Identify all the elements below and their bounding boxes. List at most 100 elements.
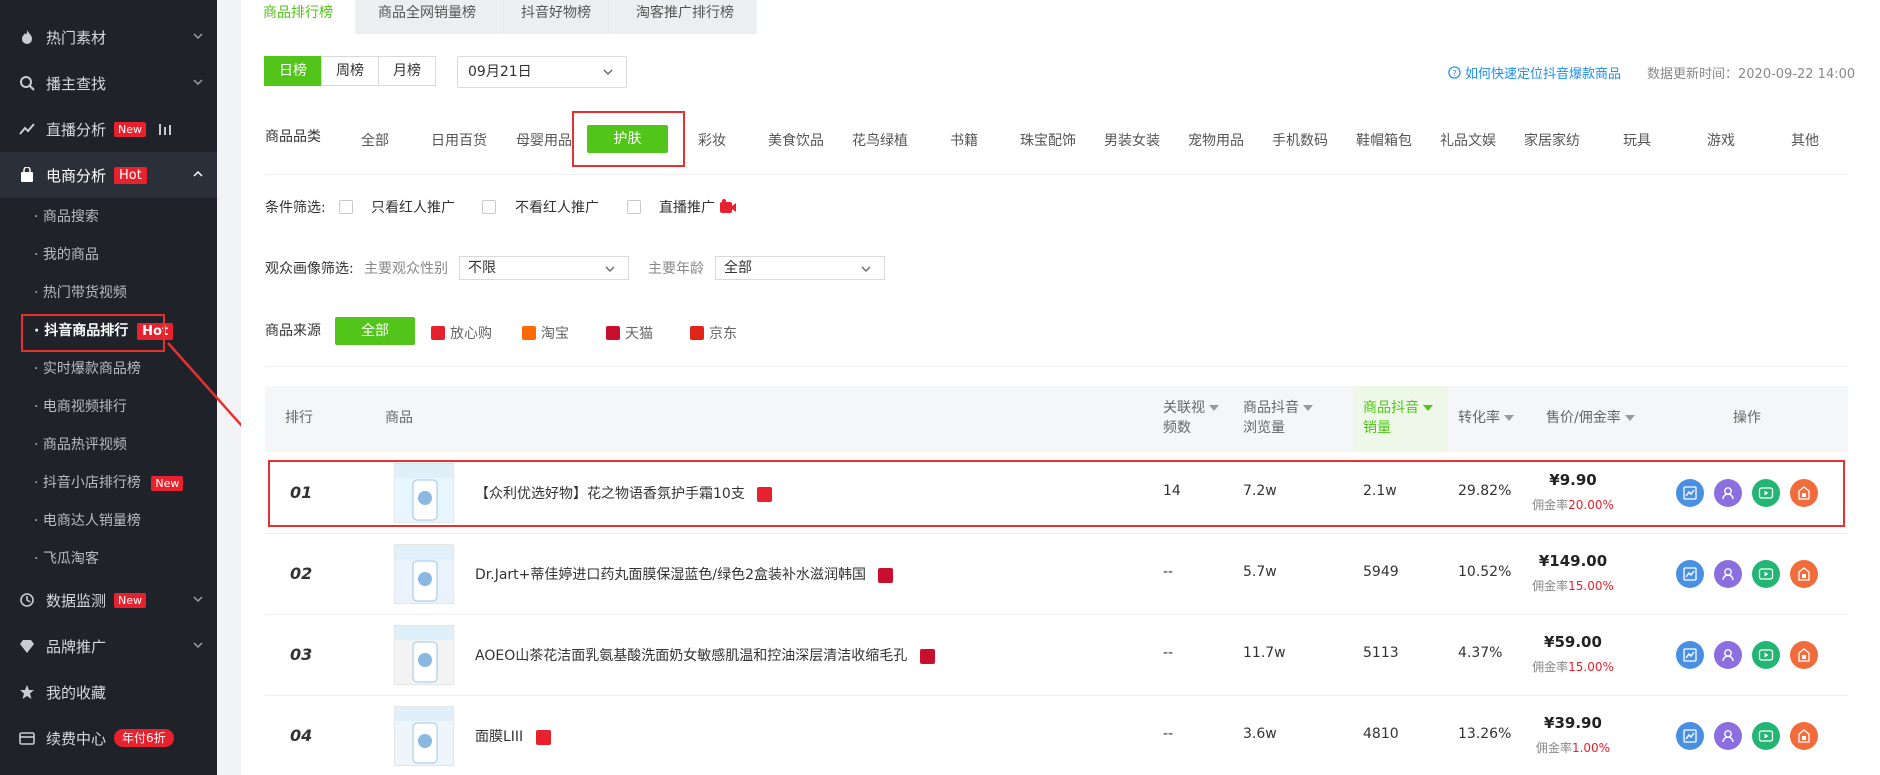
product-name-link[interactable]: Dr.Jart+蒂佳婷进口药丸面膜保湿蓝色/绿色2盒装补水滋润韩国 bbox=[475, 564, 894, 584]
live-icon bbox=[720, 199, 736, 213]
tab-network-sales[interactable]: 商品全网销量榜 bbox=[356, 0, 498, 34]
product-thumbnail[interactable] bbox=[394, 625, 454, 685]
header-price[interactable]: 售价/佣金率 bbox=[1546, 408, 1635, 428]
category-gifts[interactable]: 礼品文娱 bbox=[1440, 130, 1496, 150]
header-views[interactable]: 商品抖音 浏览量 bbox=[1243, 398, 1313, 438]
category-digital[interactable]: 手机数码 bbox=[1272, 130, 1328, 150]
line-chart-icon bbox=[1683, 729, 1697, 743]
commission-rate: 15.00% bbox=[1568, 660, 1614, 674]
tab-douyin-goods[interactable]: 抖音好物榜 bbox=[499, 0, 613, 34]
store-button[interactable] bbox=[1790, 560, 1818, 588]
search-icon bbox=[18, 74, 36, 92]
table-row[interactable]: 03 AOEO山茶花洁面乳氨基酸洗面奶女敏感肌温和控油深层清洁收缩毛孔 -- 1… bbox=[265, 615, 1848, 696]
category-daily[interactable]: 日用百货 bbox=[431, 130, 487, 150]
category-baby[interactable]: 母婴用品 bbox=[516, 130, 572, 150]
table-row[interactable]: 02 Dr.Jart+蒂佳婷进口药丸面膜保湿蓝色/绿色2盒装补水滋润韩国 -- … bbox=[265, 534, 1848, 615]
category-clothing[interactable]: 男装女装 bbox=[1104, 130, 1160, 150]
sub-item-realtime-hot[interactable]: · 实时爆款商品榜 bbox=[34, 359, 141, 379]
rank-number: 03 bbox=[290, 645, 313, 664]
sales-count: 4810 bbox=[1363, 726, 1399, 742]
source-jd[interactable]: 京东 bbox=[690, 323, 737, 343]
sub-item-hot-videos[interactable]: · 热门带货视频 bbox=[34, 283, 127, 303]
play-icon bbox=[1758, 649, 1774, 661]
date-select[interactable]: 09月21日 bbox=[457, 56, 627, 88]
nav-label: 播主查找 bbox=[46, 74, 107, 93]
product-thumbnail[interactable] bbox=[394, 544, 454, 604]
source-name: 京东 bbox=[709, 326, 737, 342]
sub-item-talent-sales[interactable]: · 电商达人销量榜 bbox=[34, 511, 141, 531]
category-jewelry[interactable]: 珠宝配饰 bbox=[1020, 130, 1076, 150]
streamer-button[interactable] bbox=[1714, 560, 1742, 588]
age-value: 全部 bbox=[724, 260, 752, 276]
sub-item-hot-comment-videos[interactable]: · 商品热评视频 bbox=[34, 435, 127, 455]
video-button[interactable] bbox=[1752, 641, 1780, 669]
header-videos[interactable]: 关联视 频数 bbox=[1163, 398, 1219, 438]
store-button[interactable] bbox=[1790, 722, 1818, 750]
sort-icon bbox=[1624, 415, 1635, 421]
gender-value: 不限 bbox=[468, 260, 496, 276]
product-name-link[interactable]: 面膜LIII bbox=[475, 726, 551, 746]
week-button[interactable]: 周榜 bbox=[321, 56, 379, 86]
sub-item-video-ranking[interactable]: · 电商视频排行 bbox=[34, 397, 127, 417]
category-plants[interactable]: 花鸟绿植 bbox=[852, 130, 908, 150]
streamer-button[interactable] bbox=[1714, 641, 1742, 669]
trend-chart-button[interactable] bbox=[1676, 722, 1704, 750]
category-other[interactable]: 其他 bbox=[1791, 130, 1819, 150]
nav-streamer-search[interactable]: 播主查找 bbox=[0, 60, 217, 106]
nav-label: 品牌推广 bbox=[46, 637, 107, 656]
sales-count: 5113 bbox=[1363, 645, 1399, 661]
header-conversion[interactable]: 转化率 bbox=[1458, 408, 1514, 428]
new-badge: New bbox=[114, 592, 147, 608]
age-label: 主要年龄 bbox=[648, 261, 704, 277]
checkbox-only-influencer[interactable] bbox=[339, 200, 353, 214]
trend-chart-button[interactable] bbox=[1676, 560, 1704, 588]
sub-item-my-products[interactable]: · 我的商品 bbox=[34, 245, 99, 265]
category-toys[interactable]: 玩具 bbox=[1623, 130, 1651, 150]
sub-item-product-search[interactable]: · 商品搜索 bbox=[34, 207, 99, 227]
category-all[interactable]: 全部 bbox=[361, 130, 389, 150]
nav-live-analysis[interactable]: 直播分析 New bbox=[0, 106, 217, 152]
chevron-down-icon bbox=[605, 266, 615, 272]
category-home[interactable]: 家居家纺 bbox=[1524, 130, 1580, 150]
trend-chart-button[interactable] bbox=[1676, 641, 1704, 669]
category-shoes-bags[interactable]: 鞋帽箱包 bbox=[1356, 130, 1412, 150]
category-books[interactable]: 书籍 bbox=[950, 130, 978, 150]
bar-chart-icon bbox=[159, 124, 172, 135]
table-row[interactable]: 04 面膜LIII -- 3.6w 4810 13.26% ¥39.90 佣金率… bbox=[265, 696, 1848, 775]
gender-select[interactable]: 不限 bbox=[459, 256, 629, 280]
video-button[interactable] bbox=[1752, 722, 1780, 750]
store-button[interactable] bbox=[1790, 641, 1818, 669]
nav-hot-materials[interactable]: 热门素材 bbox=[0, 14, 217, 60]
checkbox-live-promo[interactable] bbox=[627, 200, 641, 214]
source-tmall[interactable]: 天猫 bbox=[606, 323, 653, 343]
streamer-button[interactable] bbox=[1714, 722, 1742, 750]
product-thumbnail[interactable] bbox=[394, 706, 454, 766]
tab-product-ranking[interactable]: 商品排行榜 bbox=[241, 0, 355, 34]
source-all-button[interactable]: 全部 bbox=[335, 317, 415, 345]
category-food[interactable]: 美食饮品 bbox=[768, 130, 824, 150]
nav-data-monitor[interactable]: 数据监测 New bbox=[0, 577, 217, 623]
day-button[interactable]: 日榜 bbox=[264, 56, 322, 86]
source-taobao[interactable]: 淘宝 bbox=[522, 323, 569, 343]
nav-favorites[interactable]: 我的收藏 bbox=[0, 669, 217, 715]
nav-brand-promo[interactable]: 品牌推广 bbox=[0, 623, 217, 669]
conversion-rate: 13.26% bbox=[1458, 726, 1512, 742]
product-name-link[interactable]: AOEO山茶花洁面乳氨基酸洗面奶女敏感肌温和控油深层清洁收缩毛孔 bbox=[475, 645, 935, 665]
help-link[interactable]: ? 如何快速定位抖音爆款商品 bbox=[1448, 63, 1621, 82]
source-fangxingou[interactable]: 放心购 bbox=[431, 323, 492, 343]
nav-ecommerce-analysis[interactable]: 电商分析 Hot bbox=[0, 152, 217, 198]
source-tag-icon bbox=[535, 729, 551, 745]
age-select[interactable]: 全部 bbox=[715, 256, 885, 280]
video-count: -- bbox=[1163, 726, 1174, 742]
category-games[interactable]: 游戏 bbox=[1707, 130, 1735, 150]
checkbox-no-influencer[interactable] bbox=[482, 200, 496, 214]
tab-taoke-ranking[interactable]: 淘客推广排行榜 bbox=[614, 0, 756, 34]
video-button[interactable] bbox=[1752, 560, 1780, 588]
sub-item-shop-ranking[interactable]: · 抖音小店排行榜 New bbox=[34, 473, 184, 493]
category-makeup[interactable]: 彩妆 bbox=[698, 130, 726, 150]
month-button[interactable]: 月榜 bbox=[378, 56, 436, 86]
category-pets[interactable]: 宠物用品 bbox=[1188, 130, 1244, 150]
sub-item-feigua-taoke[interactable]: · 飞瓜淘客 bbox=[34, 549, 99, 569]
nav-renewal[interactable]: 续费中心 年付6折 bbox=[0, 715, 217, 761]
header-sales[interactable]: 商品抖音 销量 bbox=[1363, 398, 1433, 438]
